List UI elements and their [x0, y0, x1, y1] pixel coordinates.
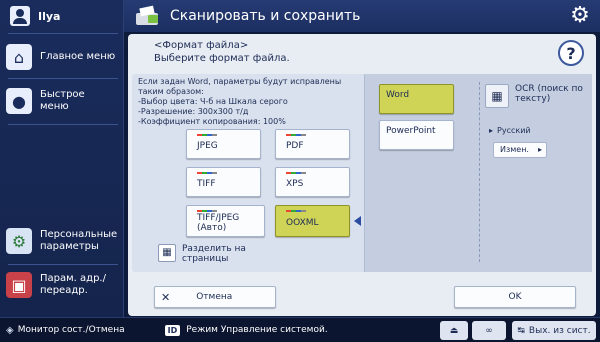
selection-pointer-icon: [354, 216, 361, 226]
cancel-button[interactable]: ✕ Отмена: [154, 286, 276, 308]
divider: [479, 82, 480, 262]
user-name: Ilya: [38, 9, 61, 23]
id-icon: ID: [164, 324, 181, 336]
monitor-icon: ◈: [6, 324, 14, 336]
user-row[interactable]: Ilya: [0, 0, 124, 32]
sidebar-item-personal-settings[interactable]: ⚙ Персональные параметры: [0, 228, 124, 254]
help-button[interactable]: ?: [558, 40, 584, 66]
word-info-text: Если задан Word, параметры будут исправл…: [138, 77, 342, 126]
address-book-icon: ▣: [6, 272, 32, 298]
status-monitor-button[interactable]: Монитор сост./Отмена: [18, 325, 125, 335]
sidebar-item-address-book[interactable]: ▣ Парам. адр./переадр.: [0, 272, 124, 298]
split-pages-icon[interactable]: ▦: [158, 244, 176, 262]
ooxml-options-panel: Word PowerPoint ▦ OCR (поиск по тексту) …: [364, 74, 592, 272]
logout-icon: ↹: [517, 325, 525, 336]
divider: [8, 124, 118, 125]
change-button[interactable]: Измен.: [493, 142, 547, 158]
option-powerpoint-button[interactable]: PowerPoint: [379, 120, 454, 150]
sidebar-item-quick-menu[interactable]: ● Быстрое меню: [0, 88, 124, 114]
user-icon: [10, 6, 30, 26]
format-subheading: Выберите формат файла.: [154, 53, 290, 64]
format-selection-area: Если задан Word, параметры будут исправл…: [132, 74, 592, 272]
format-tiff-jpeg-auto-button[interactable]: TIFF/JPEG (Авто): [186, 205, 265, 237]
sidebar-item-label: Главное меню: [40, 51, 116, 62]
divider: [8, 33, 118, 34]
eject-icon: ⏏: [449, 325, 459, 336]
split-pages-button[interactable]: Разделить на страницы: [182, 244, 262, 264]
scan-and-store-icon: [134, 5, 160, 27]
ocr-language: Русский: [489, 126, 531, 135]
format-ooxml-button[interactable]: OOXML: [275, 205, 350, 237]
ocr-label: OCR (поиск по тексту): [515, 84, 583, 104]
format-heading: <Формат файла>: [154, 40, 249, 51]
format-jpeg-button[interactable]: JPEG: [186, 129, 261, 159]
home-icon: ⌂: [6, 44, 32, 70]
sidebar-item-main-menu[interactable]: ⌂ Главное меню: [0, 44, 124, 70]
gear-icon[interactable]: ⚙: [568, 4, 592, 28]
format-xps-button[interactable]: XPS: [275, 167, 350, 197]
format-heading-block: <Формат файла> Выберите формат файла.: [154, 39, 290, 65]
divider: [8, 264, 118, 265]
ocr-checkbox[interactable]: ▦: [485, 84, 509, 108]
ok-label: OK: [508, 292, 522, 302]
sidebar-item-label: Быстрое меню: [40, 89, 85, 112]
cancel-label: Отмена: [196, 292, 233, 302]
sidebar-item-label: Парам. адр./переадр.: [40, 273, 106, 296]
close-icon: ✕: [161, 290, 171, 304]
eject-button[interactable]: ⏏: [440, 321, 468, 340]
page-title: Сканировать и сохранить: [170, 8, 361, 24]
logout-button[interactable]: ↹ Вых. из сист.: [512, 321, 596, 340]
link-icon: ∞: [485, 325, 493, 336]
logout-label: Вых. из сист.: [528, 325, 591, 336]
sidebar: Ilya ⌂ Главное меню ● Быстрое меню ⚙ Пер…: [0, 0, 124, 317]
format-tiff-button[interactable]: TIFF: [186, 167, 261, 197]
format-pdf-button[interactable]: PDF: [275, 129, 350, 159]
option-word-button[interactable]: Word: [379, 84, 454, 114]
quick-menu-icon: ●: [6, 88, 32, 114]
ok-button[interactable]: OK: [454, 286, 576, 308]
status-bar: ◈ Монитор сост./Отмена ID Режим Управлен…: [0, 317, 600, 342]
personal-settings-icon: ⚙: [6, 228, 32, 254]
header: Сканировать и сохранить ⚙: [124, 0, 600, 32]
system-mode-text: Режим Управление системой.: [186, 325, 328, 335]
main-panel: <Формат файла> Выберите формат файла. ? …: [128, 34, 596, 316]
network-button[interactable]: ∞: [472, 321, 506, 340]
divider: [8, 78, 118, 79]
sidebar-item-label: Персональные параметры: [40, 229, 118, 252]
